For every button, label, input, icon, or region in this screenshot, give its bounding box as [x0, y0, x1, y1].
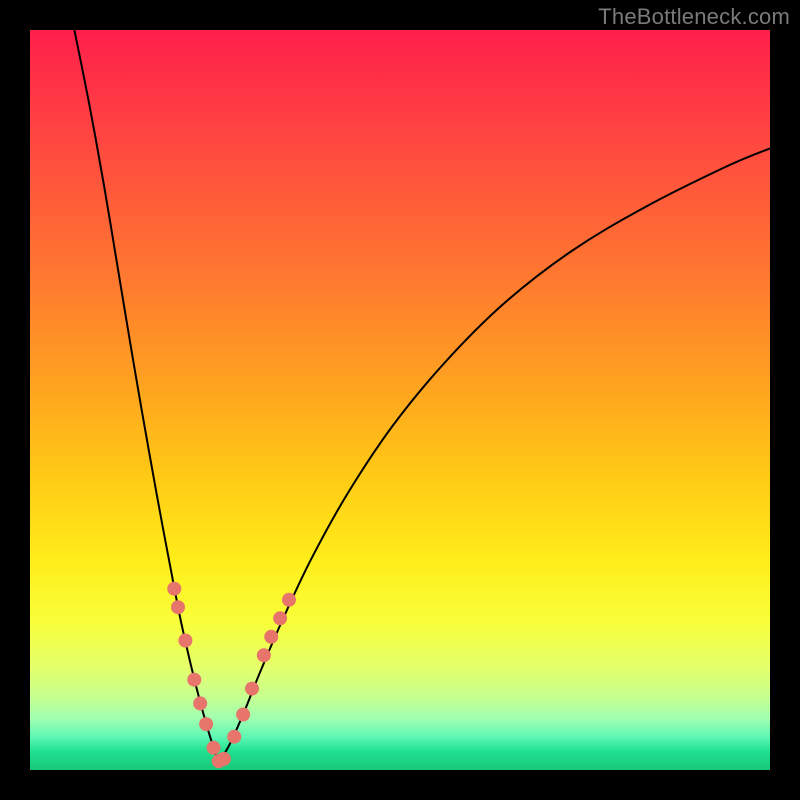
watermark-text: TheBottleneck.com [598, 4, 790, 30]
curve-marker [236, 708, 250, 722]
curve-marker [264, 630, 278, 644]
curve-marker [171, 600, 185, 614]
curve-marker [187, 673, 201, 687]
curve-marker [207, 741, 221, 755]
curve-marker [273, 611, 287, 625]
curve-marker [178, 634, 192, 648]
curve-right-branch [219, 148, 770, 762]
curve-markers [167, 582, 296, 768]
bottleneck-curve [30, 30, 770, 770]
plot-frame [30, 30, 770, 770]
curve-marker [282, 593, 296, 607]
curve-left-branch [74, 30, 218, 763]
curve-marker [199, 717, 213, 731]
curve-marker [193, 696, 207, 710]
curve-marker [167, 582, 181, 596]
curve-marker [227, 730, 241, 744]
curve-marker [245, 682, 259, 696]
curve-marker [257, 648, 271, 662]
curve-marker [217, 752, 231, 766]
